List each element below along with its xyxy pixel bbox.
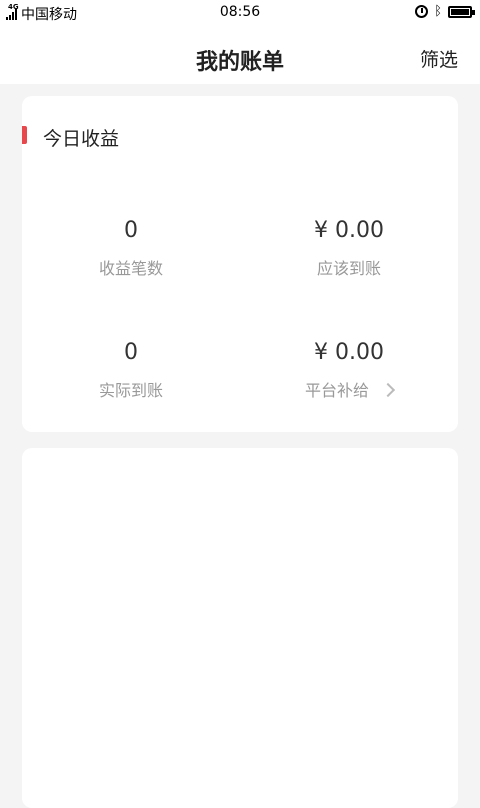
status-time: 08:56 (219, 4, 261, 20)
stat-expected-amount: ¥ 0.00 应该到账 (240, 218, 458, 279)
nav-bar: 我的账单 筛选 (0, 26, 480, 84)
bluetooth-icon: ᛒ (434, 4, 442, 19)
today-earnings-card: 今日收益 0 收益笔数 ¥ 0.00 应该到账 0 实际到账 ¥ 0.00 平台… (22, 96, 458, 432)
bill-list-card (22, 448, 458, 808)
stat-earnings-count: 0 收益笔数 (22, 218, 240, 279)
stat-platform-subsidy[interactable]: ¥ 0.00 平台补给 (240, 340, 458, 401)
stat-value: ¥ 0.00 (314, 340, 384, 365)
stat-value: ¥ 0.00 (314, 218, 384, 243)
stat-label: 实际到账 (98, 381, 163, 400)
stat-label: 收益笔数 (98, 259, 163, 278)
platform-subsidy-link[interactable]: 平台补给 (304, 377, 396, 401)
stat-value: 0 (124, 340, 138, 365)
page-title: 我的账单 (195, 50, 284, 75)
battery-icon (448, 5, 475, 18)
accent-bar (22, 126, 27, 144)
status-right: ᛒ (415, 4, 475, 19)
stat-value: 0 (124, 218, 138, 243)
card-header: 今日收益 (22, 126, 458, 150)
stat-label: 应该到账 (316, 259, 381, 278)
stat-actual-amount: 0 实际到账 (22, 340, 240, 401)
filter-button[interactable]: 筛选 (420, 45, 458, 72)
status-bar: 4G 中国移动 08:56 ᛒ (0, 0, 480, 26)
card-title: 今日收益 (43, 128, 120, 150)
stat-label: 平台补给 (304, 381, 369, 400)
alarm-icon (415, 5, 429, 18)
chevron-right-icon (380, 382, 396, 398)
